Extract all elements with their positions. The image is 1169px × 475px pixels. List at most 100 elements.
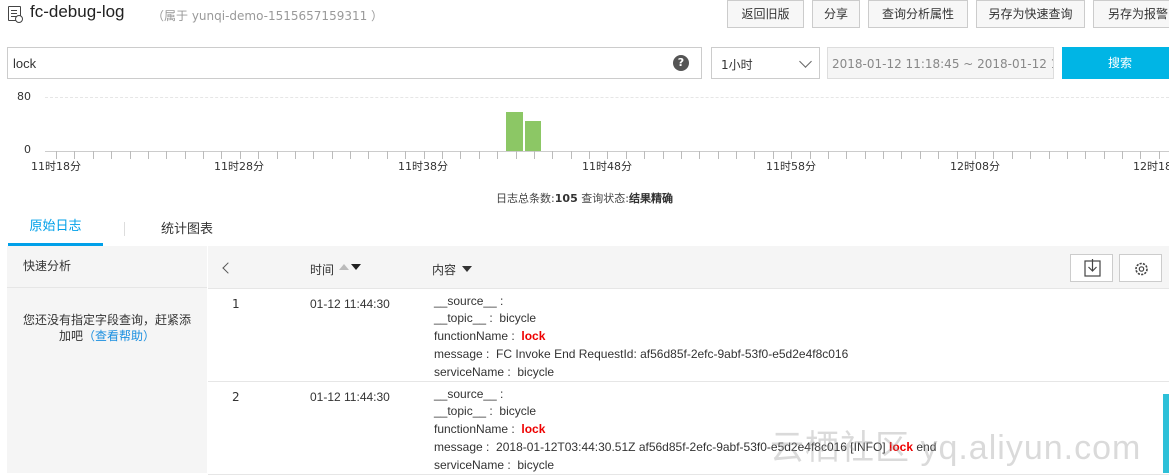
- field-key[interactable]: message: [434, 440, 483, 454]
- view-help-link[interactable]: （查看帮助）: [83, 329, 155, 343]
- log-field: __topic__ : bicycle: [434, 311, 537, 325]
- field-key[interactable]: serviceName: [434, 458, 504, 472]
- field-value[interactable]: bicycle: [517, 458, 554, 472]
- field-key[interactable]: functionName: [434, 329, 508, 343]
- x-axis-tick: [644, 151, 645, 159]
- y-tick-max: 80: [17, 90, 31, 103]
- log-field: functionName : lock: [434, 422, 546, 436]
- x-axis-tick: [901, 151, 902, 159]
- x-axis-tick: [1067, 151, 1068, 159]
- x-axis-tick: [1085, 151, 1086, 159]
- x-axis-tick: [1049, 151, 1050, 159]
- x-tick-label: 11时38分: [398, 160, 448, 173]
- x-axis-tick: [571, 151, 572, 159]
- x-axis-tick: [1104, 151, 1105, 159]
- x-axis-tick: [350, 151, 351, 159]
- sort-descending-icon[interactable]: [351, 264, 361, 270]
- y-tick-zero: 0: [24, 143, 31, 156]
- x-axis-tick: [883, 151, 884, 159]
- log-field: message : FC Invoke End RequestId: af56d…: [434, 347, 849, 361]
- table-header: 时间 内容: [208, 246, 1169, 289]
- result-tabs: 原始日志 统计图表: [0, 209, 1169, 246]
- x-axis-tick: [387, 151, 388, 159]
- x-axis-tick: [130, 151, 131, 159]
- save-quick-query-button[interactable]: 另存为快速查询: [976, 0, 1085, 28]
- tab-statistics-chart[interactable]: 统计图表: [161, 218, 213, 237]
- query-text[interactable]: lock: [13, 56, 36, 71]
- field-value-highlight[interactable]: lock: [521, 329, 545, 343]
- x-axis-tick: [681, 151, 682, 159]
- sort-ascending-icon[interactable]: [339, 264, 349, 270]
- x-axis-tick: [203, 151, 204, 159]
- help-icon[interactable]: ?: [673, 55, 689, 71]
- x-axis-tick: [185, 151, 186, 159]
- field-key[interactable]: functionName: [434, 422, 508, 436]
- x-axis-tick: [754, 151, 755, 159]
- field-key[interactable]: __source__: [434, 387, 497, 401]
- field-key[interactable]: __topic__: [434, 404, 486, 418]
- query-properties-button[interactable]: 查询分析属性: [868, 0, 968, 28]
- histogram-bar[interactable]: [506, 112, 523, 151]
- log-field: __topic__ : bicycle: [434, 404, 537, 418]
- x-axis-tick: [865, 151, 866, 159]
- field-key[interactable]: __source__: [434, 294, 497, 308]
- x-axis-tick: [718, 151, 719, 159]
- field-value[interactable]: bicycle: [499, 404, 536, 418]
- column-time-header[interactable]: 时间: [310, 261, 334, 278]
- log-field: serviceName : bicycle: [434, 365, 555, 379]
- download-icon: [1084, 259, 1101, 277]
- chevron-left-icon[interactable]: [222, 262, 234, 274]
- query-status-value: 结果精确: [628, 192, 673, 205]
- row-time: 01-12 11:44:30: [310, 297, 390, 311]
- quick-analysis-panel: 快速分析 您还没有指定字段查询，赶紧添加吧（查看帮助）: [7, 246, 207, 473]
- caret-down-icon[interactable]: [462, 266, 472, 272]
- x-tick-label: 11时58分: [766, 160, 816, 173]
- x-axis-tick: [938, 151, 939, 159]
- x-axis-tick: [534, 151, 535, 159]
- histogram-bar[interactable]: [525, 121, 541, 151]
- table-row[interactable]: 1 01-12 11:44:30 __source__ : __topic__ …: [208, 290, 1169, 382]
- field-key[interactable]: message: [434, 347, 483, 361]
- project-note: （属于 yunqi-demo-1515657159311 ）: [152, 9, 384, 23]
- x-axis-tick: [699, 151, 700, 159]
- settings-button[interactable]: [1119, 254, 1162, 282]
- x-tick-label: 12时08分: [950, 160, 1000, 173]
- x-tick-label: 11时28分: [214, 160, 264, 173]
- x-axis-tick: [332, 151, 333, 159]
- field-key[interactable]: serviceName: [434, 365, 504, 379]
- save-alert-button[interactable]: 另存为报警: [1093, 0, 1169, 28]
- quick-analysis-note: 您还没有指定字段查询，赶紧添加吧（查看帮助）: [7, 312, 207, 344]
- search-button[interactable]: 搜索: [1062, 47, 1169, 79]
- download-button[interactable]: [1070, 254, 1113, 282]
- field-value[interactable]: bicycle: [517, 365, 554, 379]
- log-histogram[interactable]: 80 0 11时18分 11时28分 11时38分 11时48分 11时58分 …: [0, 85, 1169, 175]
- query-input[interactable]: lock ?: [7, 47, 702, 79]
- time-preset-select[interactable]: 1小时: [711, 47, 820, 79]
- query-status-label: 查询状态:: [581, 192, 629, 205]
- total-count-value: 105: [554, 192, 578, 205]
- log-field: __source__ :: [434, 387, 504, 401]
- field-value-highlight[interactable]: lock: [521, 422, 545, 436]
- watermark: 云栖社区 yq.aliyun.com: [770, 429, 1142, 467]
- feedback-tab[interactable]: [1163, 394, 1169, 473]
- query-stats: 日志总条数:105 查询状态:结果精确: [0, 190, 1169, 206]
- gear-icon: [1135, 262, 1148, 276]
- x-axis-tick: [368, 151, 369, 159]
- quick-analysis-title: 快速分析: [7, 246, 207, 288]
- share-button[interactable]: 分享: [812, 0, 860, 28]
- field-value[interactable]: FC Invoke End RequestId: af56d85f-2efc-9…: [496, 347, 848, 361]
- log-field: __source__ :: [434, 294, 504, 308]
- x-tick-label: 11时48分: [582, 160, 632, 173]
- tab-raw-logs[interactable]: 原始日志: [8, 209, 103, 246]
- x-axis-tick: [1122, 151, 1123, 159]
- column-content-header[interactable]: 内容: [432, 261, 456, 278]
- x-axis-tick: [920, 151, 921, 159]
- x-axis-tick: [313, 151, 314, 159]
- row-index: 2: [232, 390, 240, 404]
- back-to-old-version-button[interactable]: 返回旧版: [727, 0, 804, 28]
- field-value[interactable]: bicycle: [499, 311, 536, 325]
- time-range-field[interactable]: 2018-01-12 11:18:45 ~ 2018-01-12 12:18:4…: [827, 47, 1054, 79]
- x-axis-tick: [828, 151, 829, 159]
- field-key[interactable]: __topic__: [434, 311, 486, 325]
- x-axis-tick: [663, 151, 664, 159]
